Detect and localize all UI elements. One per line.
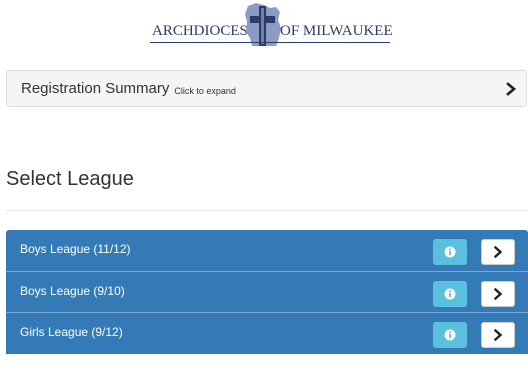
league-item-boys-9-10[interactable]: Boys League (9/10): [6, 272, 528, 313]
league-select-button[interactable]: [481, 281, 515, 307]
league-list: Boys League (11/12) Boys League (9/10) G…: [6, 230, 528, 354]
league-info-button[interactable]: [433, 281, 467, 307]
league-label: Boys League (9/10): [20, 284, 125, 298]
logo-underline: [150, 42, 390, 43]
league-select-button[interactable]: [481, 322, 515, 348]
info-icon: [444, 246, 456, 258]
info-icon: [444, 288, 456, 300]
summary-title: Registration Summary: [21, 80, 170, 97]
archdiocese-logo: ARCHDIOCESE OF MILWAUKEE: [150, 2, 393, 48]
league-info-button[interactable]: [433, 322, 467, 348]
league-label: Girls League (9/12): [20, 325, 123, 339]
chevron-right-icon: [493, 329, 503, 341]
league-label: Boys League (11/12): [20, 242, 131, 256]
logo-text-right: OF MILWAUKEE: [280, 23, 393, 39]
summary-hint: Click to expand: [174, 85, 236, 96]
league-item-boys-11-12[interactable]: Boys League (11/12): [6, 230, 528, 272]
registration-summary-toggle[interactable]: Registration Summary Click to expand: [6, 70, 527, 107]
divider: [6, 210, 528, 211]
info-icon: [444, 329, 456, 341]
league-info-button[interactable]: [433, 239, 467, 265]
page-title: Select League: [6, 168, 134, 190]
league-select-button[interactable]: [481, 239, 515, 265]
chevron-right-icon: [506, 82, 517, 96]
chevron-right-icon: [493, 288, 503, 300]
league-item-girls-9-12[interactable]: Girls League (9/12): [6, 313, 528, 354]
page: ARCHDIOCESE OF MILWAUKEE Registration Su…: [0, 0, 528, 387]
chevron-right-icon: [493, 246, 503, 258]
